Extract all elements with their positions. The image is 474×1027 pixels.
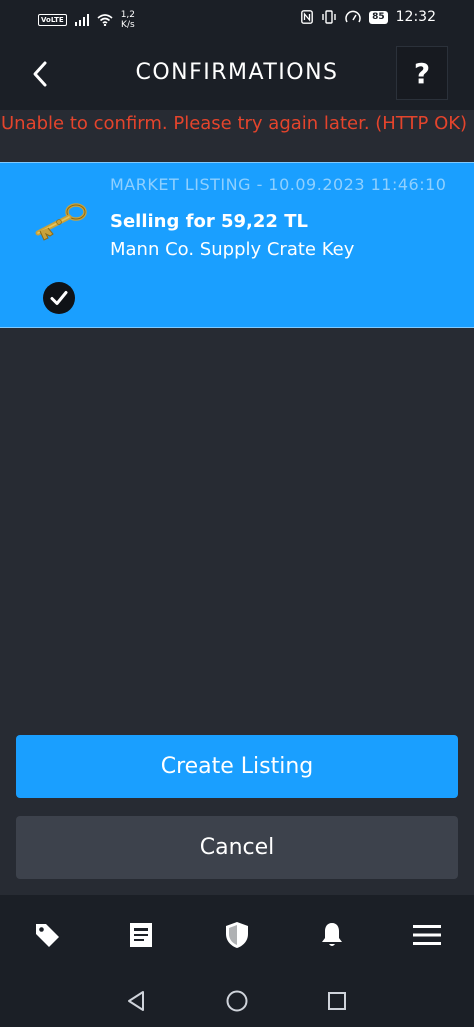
confirmations-content: Unable to confirm. Please try again late… [0, 110, 474, 895]
bell-icon [322, 923, 342, 946]
news-icon [130, 923, 152, 947]
shield-icon [226, 922, 248, 948]
nav-news[interactable] [121, 917, 161, 953]
error-message: Unable to confirm. Please try again late… [1, 113, 468, 134]
menu-icon [413, 925, 441, 945]
vibrate-icon [322, 10, 336, 24]
confirmation-card[interactable]: MARKET LISTING - 10.09.2023 11:46:10 Sel… [0, 162, 474, 328]
help-button[interactable]: ? [396, 46, 448, 100]
header: CONFIRMATIONS ? [0, 38, 474, 110]
select-checkbox[interactable] [43, 282, 75, 314]
key-icon [35, 203, 87, 241]
nfc-icon [301, 10, 314, 24]
cancel-button[interactable]: Cancel [16, 816, 458, 879]
net-speed: 1,2 K/s [121, 10, 135, 30]
nav-guard[interactable] [217, 917, 257, 953]
square-recents-icon [328, 992, 346, 1010]
triangle-back-icon [128, 991, 144, 1011]
battery-icon: 85 [369, 10, 388, 24]
tag-icon [36, 924, 59, 947]
wifi-icon [97, 14, 113, 26]
system-recents-button[interactable] [323, 987, 351, 1015]
system-nav-bar [0, 975, 474, 1027]
create-listing-button[interactable]: Create Listing [16, 735, 458, 798]
speedometer-icon [345, 10, 361, 23]
clock: 12:32 [395, 9, 436, 25]
signal-icon [74, 14, 89, 26]
net-speed-unit: K/s [121, 20, 135, 30]
net-speed-value: 1,2 [120, 10, 136, 20]
confirmation-price: Selling for 59,22 TL [110, 211, 308, 232]
status-bar: VoLTE 1,2 K/s 85 12:32 [0, 0, 474, 38]
nav-market[interactable] [27, 917, 67, 953]
volte-badge: VoLTE [38, 14, 67, 26]
checkmark-icon [50, 291, 68, 305]
confirmation-header: MARKET LISTING - 10.09.2023 11:46:10 [110, 175, 447, 194]
bottom-nav [0, 895, 474, 975]
system-back-button[interactable] [122, 987, 150, 1015]
circle-home-icon [226, 990, 248, 1012]
system-home-button[interactable] [223, 987, 251, 1015]
nav-notifications[interactable] [312, 917, 352, 953]
confirmation-item-name: Mann Co. Supply Crate Key [110, 239, 355, 260]
status-bar-left: VoLTE 1,2 K/s [38, 10, 135, 30]
nav-menu[interactable] [407, 917, 447, 953]
status-bar-right: 85 12:32 [301, 9, 436, 25]
